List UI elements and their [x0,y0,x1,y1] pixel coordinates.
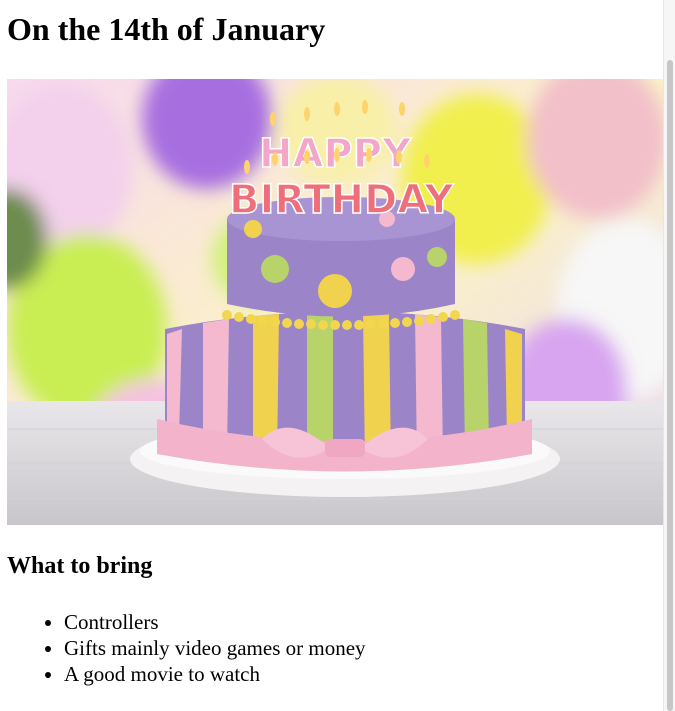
scrollbar-thumb[interactable] [667,60,673,711]
birthday-candles: BIRTHDAY [229,177,454,223]
page-title: On the 14th of January [7,11,326,47]
bring-list: Controllers Gifts mainly video games or … [24,609,366,687]
birthday-cake-image: HAPPY BIRTHDAY [7,79,664,525]
page: On the 14th of January BIRTHDAY What to … [0,0,664,711]
list-item: A good movie to watch [64,661,366,687]
section-heading: What to bring [7,553,153,579]
vertical-scrollbar[interactable] [663,0,675,711]
list-item: Controllers [64,609,366,635]
list-item: Gifts mainly video games or money [64,635,366,661]
